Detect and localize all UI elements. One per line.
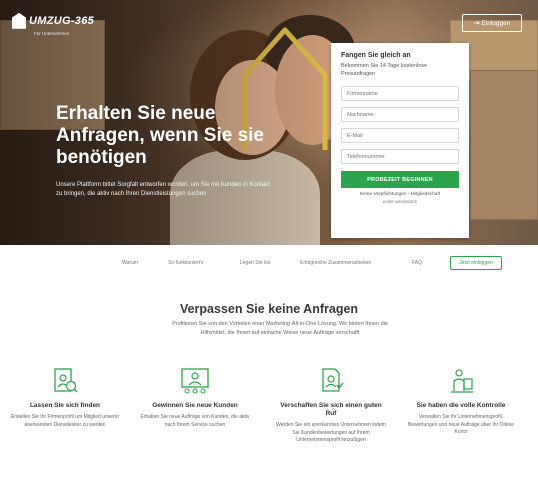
logo[interactable]: UMZUG-365 Für Unternehmen	[12, 12, 95, 36]
section-text: Profitieren Sie von den Vorteilen einer …	[172, 321, 388, 336]
logo-house-icon	[12, 12, 26, 29]
start-trial-button[interactable]: PROBEZEIT BEGINNEN	[341, 171, 459, 188]
profile-icon	[50, 366, 80, 396]
form-note-secondary: endet automatisch	[382, 199, 418, 204]
login-icon: ⇥	[473, 20, 480, 27]
nav-item-warum[interactable]: Warum	[122, 260, 138, 266]
email-field[interactable]	[341, 128, 459, 143]
feature-item: Verschaffen Sie sich einen guten Ruf Wer…	[276, 366, 386, 445]
hero-text: Unsere Plattform bittet Sorgfalt entworf…	[56, 182, 270, 197]
section-nav: Warum So funktioniert's Legen Sie los Er…	[0, 256, 538, 272]
feature-item: Lassen Sie sich finden Erstellen Sie Ihr…	[10, 366, 120, 429]
control-icon	[446, 366, 476, 396]
nav-item-success-stories[interactable]: Erfolgreiche Zusammenarbeiten	[300, 260, 371, 266]
login-button-label: Einloggen	[481, 19, 511, 27]
feature-item: Gewinnen Sie neue Kunden Erhalten Sie ne…	[140, 366, 250, 429]
form-subtitle: Bekommen Sie 14 Tage kostenlose Preisanf…	[341, 63, 428, 77]
logo-text: UMZUG-365	[29, 14, 95, 27]
feature-text: Erstellen Sie Ihr Firmenprofil um Mitgli…	[10, 414, 120, 428]
feature-title: Lassen Sie sich finden	[29, 402, 101, 409]
form-note: Keine Verpflichtungen - Mitgliedschaft	[359, 192, 441, 197]
reputation-icon	[316, 366, 346, 396]
form-title: Fangen Sie gleich an	[341, 52, 411, 59]
company-name-field[interactable]	[341, 86, 459, 101]
signup-form: Fangen Sie gleich an Bekommen Sie 14 Tag…	[331, 43, 469, 238]
feature-item: Sie haben die volle Kontrolle Verwalten …	[406, 366, 516, 437]
feature-title: Sie haben die volle Kontrolle	[416, 402, 506, 409]
nav-item-get-started[interactable]: Legen Sie los	[240, 260, 270, 266]
login-button[interactable]: ⇥ Einloggen	[462, 14, 522, 32]
feature-title: Verschaffen Sie sich einen guten Ruf	[280, 402, 382, 417]
feature-text: Erhalten Sie neue Aufträge von Kunden, d…	[140, 414, 250, 428]
nav-login-button[interactable]: Jetzt einloggen	[450, 256, 502, 270]
nav-item-faq[interactable]: FAQ	[412, 260, 422, 266]
hero-title: Erhalten Sie neue Anfragen, wenn Sie sie…	[56, 103, 264, 168]
last-name-field[interactable]	[341, 107, 459, 122]
feature-text: Verwalten Sie Ihr Unternehmensprofil, Be…	[407, 414, 515, 435]
section-title: Verpassen Sie keine Anfragen	[179, 302, 359, 316]
logo-subtitle: Für Unternehmen	[34, 31, 70, 36]
phone-field[interactable]	[341, 149, 459, 164]
feature-text: Werden Sie ein anerkanntes Unternehmen i…	[276, 422, 386, 443]
nav-item-how-it-works[interactable]: So funktioniert's	[168, 260, 203, 266]
feature-title: Gewinnen Sie neue Kunden	[152, 402, 238, 409]
customers-icon	[180, 366, 210, 396]
